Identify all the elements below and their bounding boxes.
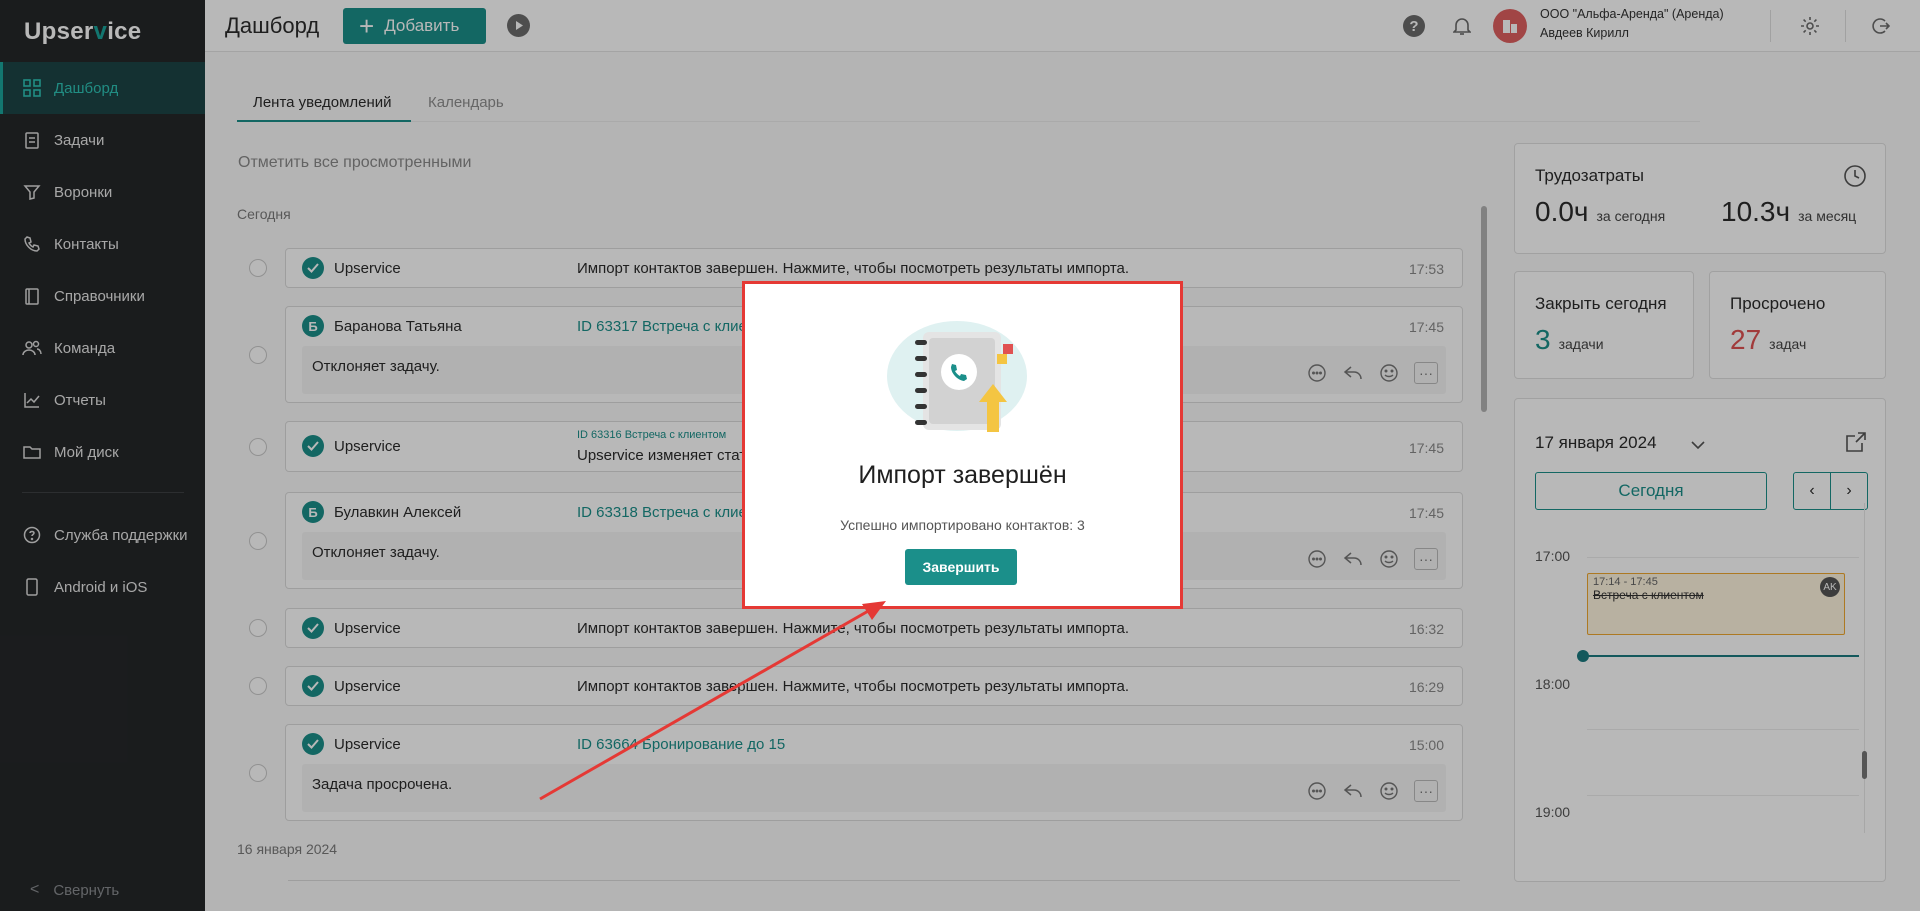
dialog-message: Успешно импортировано контактов: 3 xyxy=(840,517,1085,533)
import-complete-dialog: Импорт завершён Успешно импортировано ко… xyxy=(742,281,1183,609)
contact-import-illustration xyxy=(885,314,1035,444)
finish-button[interactable]: Завершить xyxy=(905,549,1017,585)
dialog-title: Импорт завершён xyxy=(858,461,1067,489)
